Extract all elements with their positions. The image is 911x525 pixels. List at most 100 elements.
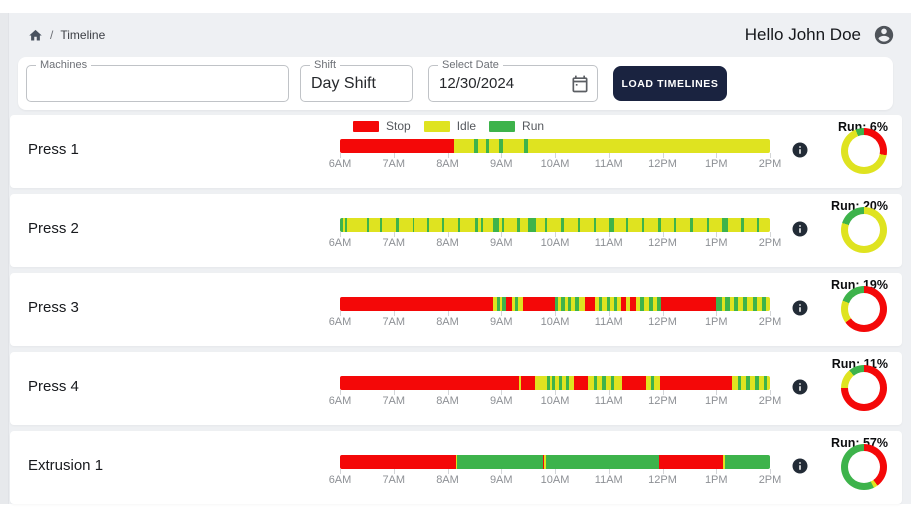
time-tick-label: 8AM [436, 237, 459, 249]
time-tick-label: 11AM [594, 237, 623, 249]
time-tick-label: 7AM [382, 158, 406, 170]
time-tick-label: 6AM [328, 237, 352, 249]
time-tick-label: 7AM [382, 474, 406, 486]
select-date-field[interactable]: Select Date [428, 59, 598, 102]
timeline-bar[interactable] [340, 455, 770, 469]
time-tick-label: 8AM [436, 316, 459, 328]
machines-field-label: Machines [36, 59, 92, 72]
time-tick-label: 12PM [648, 395, 677, 407]
time-axis-labels: 6AM 7AM 8AM 9AM 10AM 11AM 12PM 1PM 2PM [329, 474, 782, 487]
machine-row: Press 4 6AM 7AM 8AM 9AM 10AM 11AM 12PM 1PM 2PM R… [10, 352, 902, 425]
info-icon[interactable] [791, 457, 809, 475]
load-timelines-button[interactable]: LOAD TIMELINES [613, 66, 727, 101]
time-tick-label: 7AM [382, 237, 406, 249]
time-tick-label: 11AM [594, 158, 623, 170]
breadcrumb-separator: / [50, 28, 54, 42]
legend-item-stop: Stop [353, 119, 411, 133]
run-donut-chart [841, 365, 887, 411]
account-circle-icon[interactable] [873, 24, 895, 46]
time-tick-label: 6AM [328, 474, 352, 486]
header-bar: / Timeline Hello John Doe [28, 22, 895, 48]
legend-label-idle: Idle [456, 119, 477, 133]
time-tick-label: 12PM [648, 237, 677, 249]
info-icon[interactable] [791, 299, 809, 317]
time-tick-label: 8AM [436, 158, 459, 170]
timeline-bar[interactable] [340, 139, 770, 153]
breadcrumb-current: Timeline [60, 28, 106, 42]
time-tick-label: 9AM [489, 395, 513, 407]
machines-field[interactable]: Machines [26, 59, 289, 102]
time-tick-label: 2PM [758, 158, 782, 170]
time-tick-label: 10AM [540, 237, 570, 249]
filter-bar: Machines Shift Select Date LOAD TIMELINE… [18, 57, 893, 110]
legend-item-run: Run [489, 119, 544, 133]
time-tick-label: 9AM [489, 158, 513, 170]
run-donut-chart [841, 286, 887, 332]
info-icon[interactable] [791, 378, 809, 396]
time-tick-label: 1PM [704, 237, 728, 249]
machine-name: Press 3 [28, 299, 79, 316]
run-donut-chart [841, 444, 887, 490]
home-icon[interactable] [28, 28, 43, 43]
legend-label-run: Run [522, 119, 545, 133]
info-icon[interactable] [791, 141, 809, 159]
time-tick-label: 7AM [382, 395, 406, 407]
machine-row: Extrusion 1 6AM 7AM 8AM 9AM 10AM 11AM 12PM 1PM 2… [10, 431, 902, 504]
legend-label-stop: Stop [386, 119, 411, 133]
run-donut-chart [841, 207, 887, 253]
time-tick-label: 2PM [758, 316, 782, 328]
run-donut-chart [841, 128, 887, 174]
timeline-bar[interactable] [340, 218, 770, 232]
user-greeting: Hello John Doe [744, 25, 861, 44]
time-tick-label: 10AM [540, 158, 570, 170]
legend-swatch-run [489, 120, 516, 132]
legend-item-idle: Idle [423, 119, 477, 133]
time-tick-label: 11AM [594, 474, 623, 486]
time-tick-label: 10AM [540, 316, 570, 328]
time-tick-label: 8AM [436, 395, 459, 407]
info-icon[interactable] [791, 220, 809, 238]
timeline-page: / Timeline Hello John Doe Machines Shift… [0, 13, 911, 504]
timeline-bar[interactable] [340, 297, 770, 311]
select-date-field-label: Select Date [438, 59, 503, 72]
machine-row: Press 2 6AM 7AM 8AM 9AM 10AM 11AM 12PM 1PM 2PM R… [10, 194, 902, 267]
calendar-icon[interactable] [570, 74, 590, 94]
time-tick-label: 1PM [704, 316, 728, 328]
time-tick-label: 6AM [328, 316, 352, 328]
time-tick-label: 9AM [489, 474, 513, 486]
machine-row: Press 1 6AM 7AM 8AM 9AM 10AM 11AM 12PM 1PM 2PM R… [10, 115, 902, 188]
time-tick-label: 1PM [704, 474, 728, 486]
time-tick-label: 11AM [594, 316, 623, 328]
machine-name: Extrusion 1 [28, 457, 104, 474]
timeline-rows: Press 1 6AM 7AM 8AM 9AM 10AM 11AM 12PM 1PM 2PM R… [10, 115, 902, 504]
time-axis-labels: 6AM 7AM 8AM 9AM 10AM 11AM 12PM 1PM 2PM [329, 395, 782, 408]
time-axis-labels: 6AM 7AM 8AM 9AM 10AM 11AM 12PM 1PM 2PM [329, 237, 782, 250]
time-tick-label: 12PM [648, 316, 677, 328]
legend-swatch-stop [353, 120, 379, 132]
time-tick-label: 11AM [594, 395, 623, 407]
machine-name: Press 2 [28, 220, 79, 237]
time-tick-label: 10AM [540, 395, 570, 407]
time-axis-labels: 6AM 7AM 8AM 9AM 10AM 11AM 12PM 1PM 2PM [329, 316, 782, 329]
breadcrumb: / Timeline [28, 28, 105, 43]
legend-swatch-idle [423, 120, 450, 132]
machine-name: Press 1 [28, 141, 79, 158]
machine-row: Press 3 6AM 7AM 8AM 9AM 10AM 11AM 12PM 1PM 2PM R… [10, 273, 902, 346]
status-legend: Stop Idle Run [353, 119, 544, 133]
time-tick-label: 8AM [436, 474, 459, 486]
time-tick-label: 12PM [648, 474, 677, 486]
time-tick-label: 10AM [540, 474, 570, 486]
machine-name: Press 4 [28, 378, 79, 395]
time-tick-label: 12PM [648, 158, 677, 170]
left-edge-panel [0, 13, 9, 504]
time-tick-label: 6AM [328, 395, 352, 407]
time-axis-labels: 6AM 7AM 8AM 9AM 10AM 11AM 12PM 1PM 2PM [329, 158, 782, 171]
time-tick-label: 6AM [328, 158, 352, 170]
shift-field-label: Shift [310, 59, 341, 72]
time-tick-label: 1PM [704, 158, 728, 170]
shift-field[interactable]: Shift [300, 59, 413, 102]
time-tick-label: 1PM [704, 395, 728, 407]
timeline-bar[interactable] [340, 376, 770, 390]
time-tick-label: 9AM [489, 316, 513, 328]
time-tick-label: 2PM [758, 395, 782, 407]
